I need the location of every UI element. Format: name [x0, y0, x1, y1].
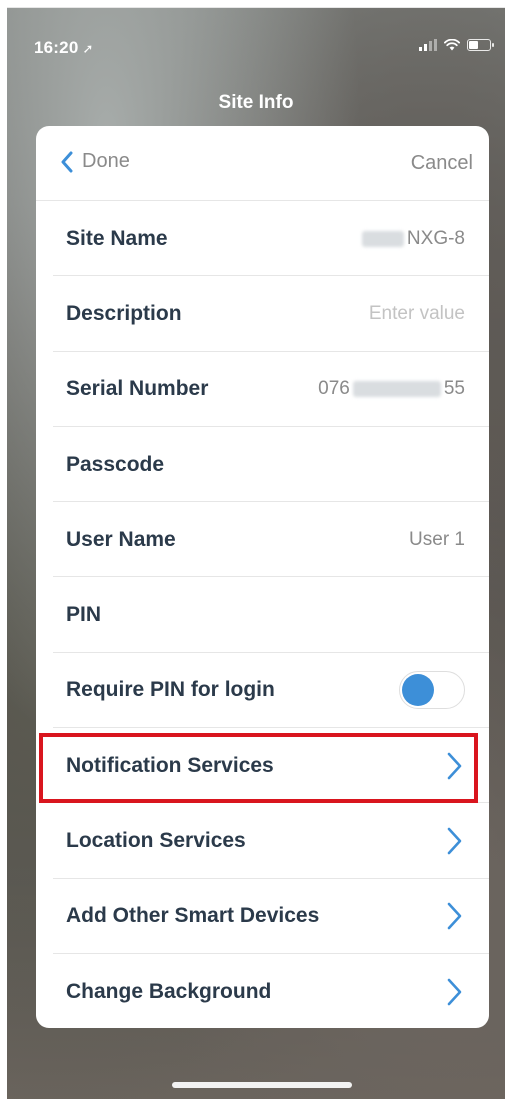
status-time: 16:20 ➚: [34, 38, 94, 58]
site-name-label: Site Name: [66, 226, 168, 250]
change-background-label: Change Background: [66, 979, 272, 1003]
add-other-smart-devices-row[interactable]: Add Other Smart Devices: [36, 879, 489, 955]
location-services-row[interactable]: Location Services: [36, 803, 489, 879]
chevron-right-icon: [447, 903, 462, 930]
phone-screen: 16:20 ➚ Site Info Done Cancel Site Name …: [7, 7, 505, 1099]
location-services-label: Location Services: [66, 829, 246, 853]
redacted-text: [352, 381, 441, 398]
status-icons: [419, 39, 494, 51]
chevron-right-icon: [447, 978, 462, 1005]
chevron-left-icon: [61, 151, 73, 172]
serial-number-value: 076 55: [318, 378, 465, 400]
site-name-row[interactable]: Site Name NXG-8: [36, 201, 489, 277]
battery-icon: [467, 39, 494, 51]
home-indicator[interactable]: [172, 1082, 352, 1088]
require-pin-toggle[interactable]: [399, 671, 465, 710]
serial-number-row[interactable]: Serial Number 076 55: [36, 352, 489, 428]
done-button[interactable]: Done: [60, 150, 130, 173]
add-other-smart-devices-label: Add Other Smart Devices: [66, 904, 320, 928]
description-label: Description: [66, 301, 182, 325]
passcode-row[interactable]: Passcode: [36, 427, 489, 503]
serial-number-suffix: 55: [443, 378, 465, 400]
redacted-text: [361, 230, 404, 247]
toggle-knob: [402, 674, 434, 707]
description-placeholder: Enter value: [368, 302, 465, 324]
chevron-right-icon: [447, 827, 462, 855]
change-background-row[interactable]: Change Background: [36, 954, 489, 1028]
site-name-value: NXG-8: [359, 228, 465, 250]
user-name-row[interactable]: User Name User 1: [36, 502, 489, 578]
card-header: Done Cancel: [36, 126, 489, 201]
done-label: Done: [82, 150, 130, 172]
require-pin-row: Require PIN for login: [36, 653, 489, 729]
cellular-signal-icon: [419, 39, 437, 51]
require-pin-label: Require PIN for login: [66, 678, 275, 702]
pin-label: PIN: [66, 603, 102, 627]
passcode-label: Passcode: [66, 452, 165, 476]
cancel-button[interactable]: Cancel: [411, 152, 473, 175]
wifi-icon: [444, 39, 460, 51]
status-bar: 16:20 ➚: [7, 8, 505, 78]
site-name-text: NXG-8: [406, 227, 465, 249]
serial-number-prefix: 076: [318, 378, 350, 400]
pin-row[interactable]: PIN: [36, 577, 489, 654]
user-name-value: User 1: [409, 528, 465, 550]
site-info-card: Done Cancel Site Name NXG-8 Description …: [36, 126, 489, 1028]
page-title: Site Info: [218, 92, 294, 113]
notification-services-row[interactable]: Notification Services: [36, 728, 489, 804]
user-name-label: User Name: [66, 527, 176, 551]
location-arrow-icon: ➚: [82, 41, 94, 56]
chevron-right-icon: [447, 752, 462, 780]
serial-number-label: Serial Number: [66, 377, 209, 401]
description-row[interactable]: Description Enter value: [36, 276, 489, 352]
status-time-text: 16:20: [34, 38, 79, 57]
notification-services-label: Notification Services: [66, 753, 274, 777]
